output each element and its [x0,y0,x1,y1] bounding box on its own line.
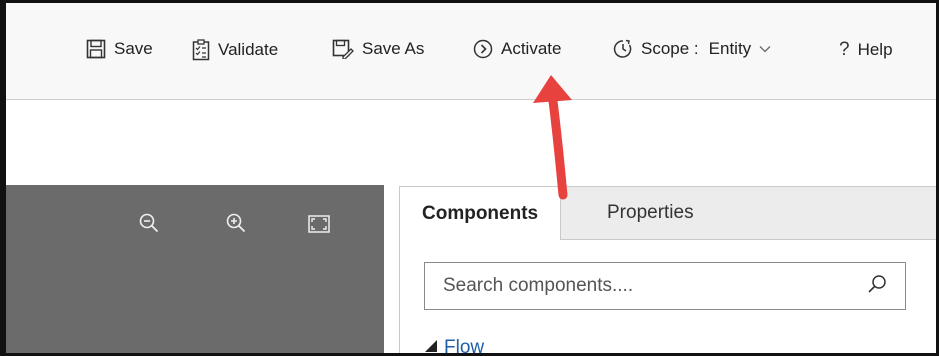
help-label: Help [857,40,893,59]
designer-canvas[interactable] [6,185,384,353]
validate-button[interactable]: Validate [192,39,278,61]
components-panel: Components Properties Flow [399,186,936,356]
save-as-icon [332,39,354,59]
search-input[interactable] [425,263,867,309]
tab-components-label: Components [422,202,539,224]
help-icon: ? [839,39,850,60]
validate-icon [192,39,210,61]
tree-item-flow-label: Flow [444,337,485,356]
search-icon[interactable] [867,274,905,299]
zoom-in-icon[interactable] [225,212,247,239]
tab-components[interactable]: Components [400,187,562,240]
activate-label: Activate [501,39,562,58]
component-search-box [424,262,906,310]
panel-tabs: Components Properties [400,187,936,240]
help-button[interactable]: ? Help [839,39,893,61]
fit-screen-icon[interactable] [308,215,330,238]
activate-icon [473,39,493,59]
window-frame: Save Validate Save As Activate Scope : E… [0,0,939,356]
scope-label: Scope : [641,39,699,58]
save-as-button[interactable]: Save As [332,39,424,59]
validate-label: Validate [218,40,279,59]
save-button[interactable]: Save [86,39,153,59]
scope-icon [613,39,633,59]
tab-properties-label: Properties [607,202,694,223]
save-label: Save [114,39,153,58]
scope-value: Entity [708,39,752,58]
tab-properties[interactable]: Properties [585,187,716,239]
zoom-out-icon[interactable] [138,212,160,239]
tree-item-flow[interactable]: Flow [424,337,485,356]
activate-button[interactable]: Activate [473,39,561,59]
save-icon [86,39,106,59]
scope-dropdown[interactable]: Scope : Entity [613,39,771,59]
chevron-down-icon [759,45,771,53]
expand-triangle-icon[interactable] [424,337,438,353]
save-as-label: Save As [362,39,425,58]
command-bar: Save Validate Save As Activate Scope : E… [6,3,936,100]
